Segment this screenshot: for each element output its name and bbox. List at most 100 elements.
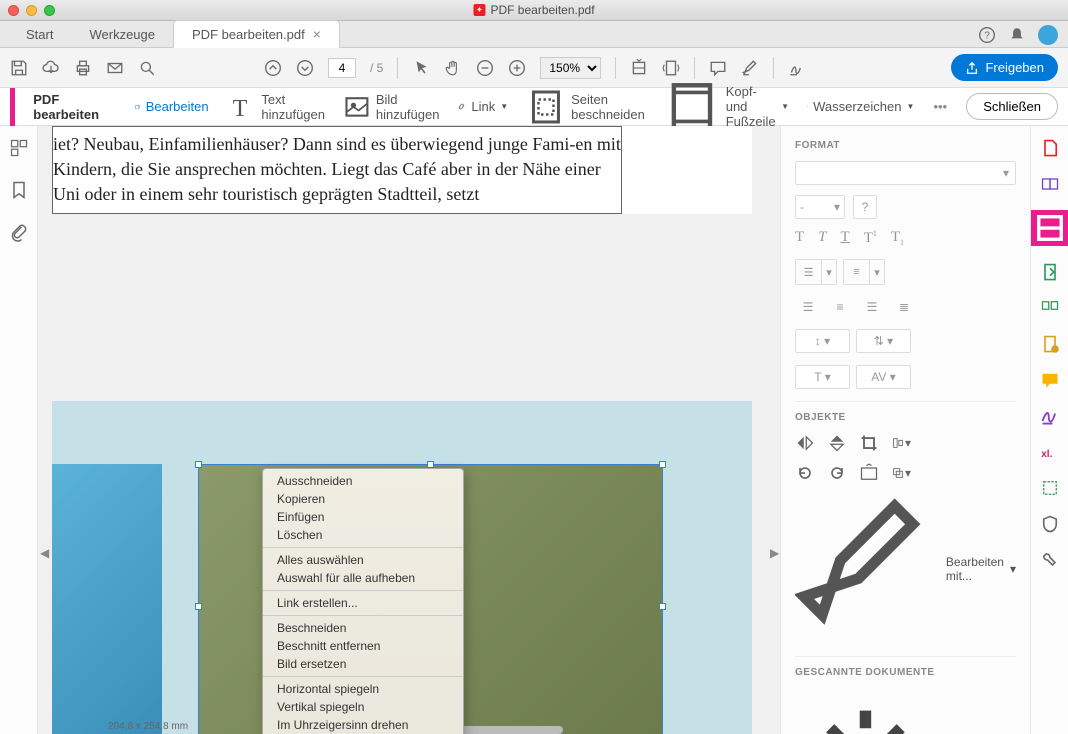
close-edit-button[interactable]: Schließen — [966, 93, 1058, 120]
cm-create-link[interactable]: Link erstellen... — [263, 594, 463, 612]
cm-rotate-cw[interactable]: Im Uhrzeigersinn drehen — [263, 716, 463, 734]
italic-button[interactable]: T — [818, 229, 826, 247]
align-left-button[interactable]: ☰ — [795, 297, 821, 317]
window-minimize[interactable] — [26, 5, 37, 16]
document-page: iet? Neubau, Einfamilienhäuser? Dann sin… — [52, 126, 752, 214]
link-button[interactable]: Link ▼ — [457, 99, 508, 114]
rotate-cw-icon[interactable] — [827, 463, 847, 483]
window-maximize[interactable] — [44, 5, 55, 16]
crop-pages-button[interactable]: Seiten beschneiden — [526, 87, 645, 127]
optimize-icon[interactable] — [1040, 478, 1060, 498]
help-icon[interactable]: ? — [978, 26, 996, 44]
signature-icon[interactable] — [1040, 406, 1060, 426]
superscript-button[interactable]: T1 — [864, 229, 877, 247]
highlight-icon[interactable] — [741, 59, 759, 77]
edit-button[interactable]: Bearbeiten — [135, 99, 209, 114]
replace-image-icon[interactable] — [859, 463, 879, 483]
arrange-icon[interactable]: ▾ — [891, 463, 911, 483]
comment-icon[interactable] — [709, 59, 727, 77]
search-icon[interactable] — [138, 59, 156, 77]
combine-icon[interactable] — [1040, 174, 1060, 194]
create-pdf-icon[interactable] — [1040, 138, 1060, 158]
tab-close-icon[interactable]: × — [313, 26, 321, 42]
bullet-list-button[interactable]: ☰▾ — [795, 259, 837, 285]
align-objects-icon[interactable]: ▾ — [891, 433, 911, 453]
cloud-icon[interactable] — [42, 59, 60, 77]
align-center-button[interactable]: ≡ — [827, 297, 853, 317]
thumbnails-icon[interactable] — [9, 138, 29, 158]
redact-icon[interactable]: xl. — [1040, 442, 1060, 462]
zoom-select[interactable]: 150% — [540, 57, 601, 79]
next-page-arrow[interactable]: ▶ — [770, 546, 778, 560]
more-tools-icon[interactable] — [1040, 550, 1060, 570]
save-icon[interactable] — [10, 59, 28, 77]
cm-deselect-all[interactable]: Auswahl für alle aufheben — [263, 569, 463, 587]
align-justify-button[interactable]: ≣ — [891, 297, 917, 317]
share-button[interactable]: Freigeben — [951, 54, 1058, 81]
tab-start[interactable]: Start — [8, 22, 71, 47]
cm-crop[interactable]: Beschneiden — [263, 619, 463, 637]
protect-icon[interactable] — [1040, 514, 1060, 534]
document-text-block[interactable]: iet? Neubau, Einfamilienhäuser? Dann sin… — [52, 126, 622, 214]
cm-delete[interactable]: Löschen — [263, 526, 463, 544]
font-size-select[interactable]: -▾ — [795, 195, 845, 219]
export-pdf-icon[interactable] — [1040, 262, 1060, 282]
cm-flip-v[interactable]: Vertikal spiegeln — [263, 698, 463, 716]
cm-copy[interactable]: Kopieren — [263, 490, 463, 508]
sign-icon[interactable] — [788, 59, 806, 77]
cm-remove-crop[interactable]: Beschnitt entfernen — [263, 637, 463, 655]
window-close[interactable] — [8, 5, 19, 16]
fit-page-icon[interactable] — [662, 59, 680, 77]
add-image-button[interactable]: Bild hinzufügen — [343, 92, 439, 122]
document-image-1[interactable] — [52, 464, 162, 734]
fit-width-icon[interactable] — [630, 59, 648, 77]
notifications-icon[interactable] — [1008, 26, 1026, 44]
print-icon[interactable] — [74, 59, 92, 77]
edit-with-button[interactable]: Bearbeiten mit... ▾ — [795, 493, 1016, 646]
paragraph-spacing-select[interactable]: ⇅ ▾ — [856, 329, 911, 353]
page-up-icon[interactable] — [264, 59, 282, 77]
user-avatar[interactable] — [1038, 25, 1058, 45]
zoom-in-icon[interactable] — [508, 59, 526, 77]
tab-bar: Start Werkzeuge PDF bearbeiten.pdf × ? — [0, 21, 1068, 48]
add-text-button[interactable]: T Text hinzufügen — [227, 92, 325, 122]
organize-icon[interactable] — [1040, 298, 1060, 318]
settings-button[interactable]: Einstellungen — [795, 688, 1016, 734]
flip-v-icon[interactable] — [827, 433, 847, 453]
prev-page-arrow[interactable]: ◀ — [40, 546, 48, 560]
tab-document[interactable]: PDF bearbeiten.pdf × — [173, 20, 340, 48]
cm-cut[interactable]: Ausschneiden — [263, 472, 463, 490]
attachments-icon[interactable] — [9, 222, 29, 242]
align-right-button[interactable]: ☰ — [859, 297, 885, 317]
bookmarks-icon[interactable] — [9, 180, 29, 200]
tab-tools[interactable]: Werkzeuge — [71, 22, 173, 47]
subscript-button[interactable]: T1 — [891, 229, 904, 247]
page-down-icon[interactable] — [296, 59, 314, 77]
numbered-list-button[interactable]: ≡▾ — [843, 259, 885, 285]
crop-icon[interactable] — [859, 433, 879, 453]
pointer-icon[interactable] — [412, 59, 430, 77]
zoom-out-icon[interactable] — [476, 59, 494, 77]
cm-select-all[interactable]: Alles auswählen — [263, 551, 463, 569]
page-number-input[interactable] — [328, 58, 356, 78]
underline-button[interactable]: T — [841, 229, 850, 247]
cm-replace-image[interactable]: Bild ersetzen — [263, 655, 463, 673]
hand-icon[interactable] — [444, 59, 462, 77]
watermark-button[interactable]: W Wasserzeichen ▼ — [807, 99, 914, 114]
bold-button[interactable]: T — [795, 229, 804, 247]
mail-icon[interactable] — [106, 59, 124, 77]
line-spacing-select[interactable]: ↕ ▾ — [795, 329, 850, 353]
cm-paste[interactable]: Einfügen — [263, 508, 463, 526]
document-canvas[interactable]: iet? Neubau, Einfamilienhäuser? Dann sin… — [38, 126, 780, 734]
flip-h-icon[interactable] — [795, 433, 815, 453]
more-icon[interactable]: ••• — [932, 98, 948, 116]
cm-flip-h[interactable]: Horizontal spiegeln — [263, 680, 463, 698]
font-family-select[interactable]: ▾ — [795, 161, 1016, 185]
rotate-ccw-icon[interactable] — [795, 463, 815, 483]
edit-pdf-icon[interactable] — [1031, 210, 1068, 246]
fill-sign-icon[interactable] — [1040, 334, 1060, 354]
char-spacing-select[interactable]: AV ▾ — [856, 365, 911, 389]
comment-tool-icon[interactable] — [1040, 370, 1060, 390]
font-color-picker[interactable]: ? — [853, 195, 877, 219]
horizontal-scale-select[interactable]: T ▾ — [795, 365, 850, 389]
